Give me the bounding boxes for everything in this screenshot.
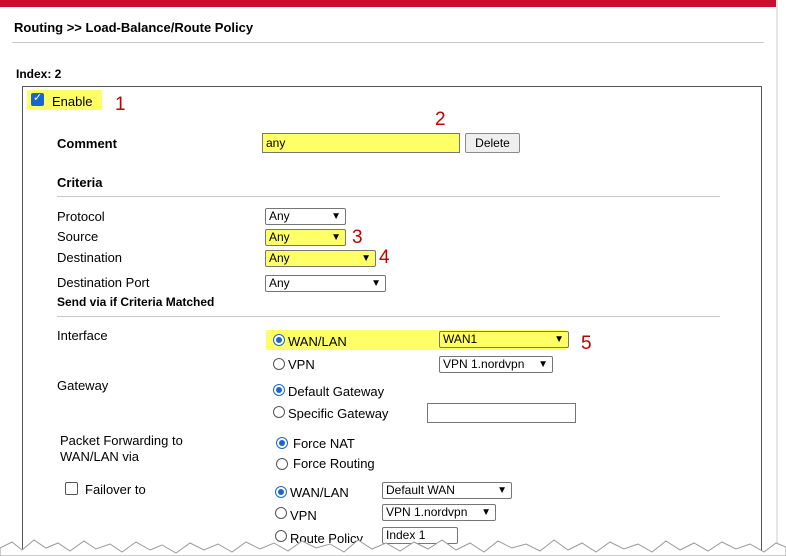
delete-button[interactable]: Delete [465, 133, 520, 153]
interface-wan-value: WAN1 [443, 332, 478, 346]
interface-vpn-select[interactable]: VPN 1.nordvpn ▼ [439, 356, 553, 373]
destination-port-label: Destination Port [57, 275, 150, 290]
enable-label: Enable [52, 94, 93, 109]
frame-edge [776, 0, 778, 556]
failover-vpn-label: VPN [290, 508, 317, 523]
send-via-heading: Send via if Criteria Matched [57, 295, 215, 309]
criteria-heading: Criteria [57, 175, 103, 190]
page-title: Routing >> Load-Balance/Route Policy [14, 20, 254, 35]
source-select[interactable]: Any ▼ [265, 229, 346, 246]
force-nat-radio[interactable] [276, 437, 288, 449]
failover-wan-lan-radio[interactable] [275, 486, 287, 498]
protocol-value: Any [269, 209, 290, 223]
specific-gateway-radio[interactable] [273, 406, 285, 418]
packet-forwarding-label-1: Packet Forwarding to [60, 433, 183, 448]
enable-checkbox[interactable] [31, 91, 44, 106]
annotation-5: 5 [581, 333, 592, 354]
specific-gateway-input[interactable] [427, 403, 576, 423]
interface-label: Interface [57, 328, 108, 343]
chevron-down-icon: ▼ [331, 232, 341, 243]
force-nat-label: Force NAT [293, 436, 355, 451]
interface-wan-lan-label: WAN/LAN [288, 334, 347, 349]
index-label: Index: 2 [16, 67, 62, 81]
criteria-divider [57, 196, 720, 197]
gateway-label: Gateway [57, 378, 109, 393]
force-routing-radio[interactable] [276, 458, 288, 470]
chevron-down-icon: ▼ [554, 334, 564, 345]
annotation-4: 4 [379, 247, 390, 268]
chevron-down-icon: ▼ [497, 485, 507, 496]
torn-edge [0, 539, 786, 556]
chevron-down-icon: ▼ [538, 359, 548, 370]
comment-label: Comment [57, 136, 117, 151]
chevron-down-icon: ▼ [361, 253, 371, 264]
failover-checkbox[interactable] [65, 482, 78, 495]
source-value: Any [269, 230, 290, 244]
failover-vpn-value: VPN 1.nordvpn [386, 505, 468, 519]
interface-wan-select[interactable]: WAN1 ▼ [439, 331, 569, 348]
annotation-2: 2 [435, 109, 446, 130]
failover-vpn-radio[interactable] [275, 507, 287, 519]
comment-input[interactable]: any [262, 133, 460, 153]
force-routing-label: Force Routing [293, 456, 375, 471]
annotation-3: 3 [352, 227, 363, 248]
interface-vpn-value: VPN 1.nordvpn [443, 357, 525, 371]
destination-value: Any [269, 251, 290, 265]
chevron-down-icon: ▼ [331, 211, 341, 222]
chevron-down-icon: ▼ [481, 507, 491, 518]
default-gateway-label: Default Gateway [288, 384, 385, 399]
protocol-label: Protocol [57, 209, 105, 224]
failover-wan-value: Default WAN [386, 483, 455, 497]
default-gateway-radio[interactable] [273, 384, 285, 396]
destination-port-select[interactable]: Any ▼ [265, 275, 386, 292]
failover-wan-lan-label: WAN/LAN [290, 485, 349, 500]
interface-vpn-label: VPN [288, 357, 315, 372]
send-via-divider [57, 316, 720, 317]
source-label: Source [57, 229, 99, 244]
packet-forwarding-label-2: WAN/LAN via [60, 449, 139, 464]
interface-vpn-radio[interactable] [273, 358, 285, 370]
top-bar [0, 0, 778, 7]
specific-gateway-label: Specific Gateway [288, 406, 389, 421]
title-divider [12, 42, 764, 43]
failover-wan-select[interactable]: Default WAN ▼ [382, 482, 512, 499]
destination-label: Destination [57, 250, 123, 265]
failover-label: Failover to [85, 482, 146, 497]
protocol-select[interactable]: Any ▼ [265, 208, 346, 225]
chevron-down-icon: ▼ [371, 278, 381, 289]
failover-vpn-select[interactable]: VPN 1.nordvpn ▼ [382, 504, 496, 521]
destination-select[interactable]: Any ▼ [265, 250, 376, 267]
destination-port-value: Any [269, 276, 290, 290]
interface-wan-lan-radio[interactable] [273, 334, 285, 346]
annotation-1: 1 [115, 94, 126, 115]
